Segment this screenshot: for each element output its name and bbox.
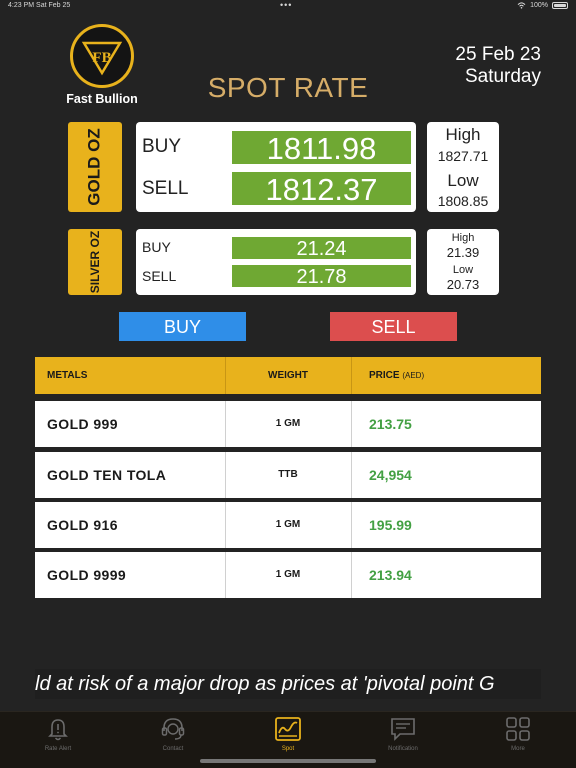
gold-sell-price: 1812.37 xyxy=(232,172,411,207)
wifi-icon xyxy=(517,2,526,9)
tab-label: Notification xyxy=(388,746,418,752)
row-price: 213.75 xyxy=(369,416,412,432)
price-table-header: METALS WEIGHT PRICE (AED) xyxy=(35,357,541,394)
row-metal: GOLD 916 xyxy=(47,517,118,533)
page-title: SPOT RATE xyxy=(207,72,369,103)
grid-icon xyxy=(506,717,530,741)
gold-low-label: Low xyxy=(447,171,479,190)
header-divider xyxy=(351,357,352,394)
silver-high-value: 21.39 xyxy=(446,245,480,260)
header-metals: METALS xyxy=(47,370,88,381)
header-price-unit: (AED) xyxy=(402,371,425,380)
silver-sell-price: 21.78 xyxy=(232,265,411,288)
bell-icon xyxy=(48,719,68,741)
row-price: 24,954 xyxy=(369,467,412,483)
row-price: 195.99 xyxy=(369,517,412,533)
status-time: 4:23 PM Sat Feb 25 xyxy=(8,2,71,9)
message-icon xyxy=(391,718,415,741)
tab-label: More xyxy=(511,746,525,752)
headset-icon xyxy=(161,718,185,740)
gold-low-value: 1808.85 xyxy=(437,193,489,209)
gold-sell-label: SELL xyxy=(142,178,189,199)
tab-label: Rate Alert xyxy=(44,746,72,752)
row-metal: GOLD TEN TOLA xyxy=(47,467,167,483)
multitask-dots[interactable]: ••• xyxy=(280,0,292,10)
gold-high-label: High xyxy=(445,125,481,144)
silver-sell-label: SELL xyxy=(142,268,177,284)
battery-icon xyxy=(552,2,568,9)
table-row[interactable]: GOLD 9999 1 GM 213.94 xyxy=(35,552,541,598)
silver-buy-price: 21.24 xyxy=(232,237,411,260)
status-right: 100% xyxy=(517,2,568,9)
row-price: 213.94 xyxy=(369,567,412,583)
silver-oz-tab: SILVER OZ xyxy=(68,229,122,295)
news-ticker[interactable]: ld at risk of a major drop as prices at … xyxy=(35,669,541,699)
current-date: 25 Feb 23 xyxy=(455,44,541,65)
silver-buy-label: BUY xyxy=(142,239,171,255)
gold-buy-label: BUY xyxy=(142,136,182,157)
sell-button[interactable]: SELL xyxy=(330,312,457,341)
home-indicator[interactable] xyxy=(200,759,376,763)
svg-text:FB: FB xyxy=(92,50,111,66)
row-weight: 1 GM xyxy=(275,418,301,429)
gold-rate-panel: BUY 1811.98 SELL 1812.37 xyxy=(136,122,416,212)
tab-label: Spot xyxy=(281,746,295,752)
gold-high-value: 1827.71 xyxy=(437,148,489,164)
chart-icon xyxy=(275,717,301,741)
silver-high-label: High xyxy=(451,232,475,244)
gold-high-low: High 1827.71 Low 1808.85 xyxy=(427,122,499,212)
silver-low-label: Low xyxy=(452,264,474,276)
row-metal: GOLD 999 xyxy=(47,416,118,432)
table-row[interactable]: GOLD 999 1 GM 213.75 xyxy=(35,401,541,447)
header-price: PRICE (AED) xyxy=(369,370,425,381)
row-weight: TTB xyxy=(278,469,298,480)
row-metal: GOLD 9999 xyxy=(47,567,127,583)
tab-rate-alert[interactable]: Rate Alert xyxy=(0,712,116,768)
silver-low-value: 20.73 xyxy=(446,277,480,292)
row-weight: 1 GM xyxy=(275,519,301,530)
tab-more[interactable]: More xyxy=(460,712,576,768)
tab-label: Contact xyxy=(162,746,184,752)
status-bar: 4:23 PM Sat Feb 25 ••• 100% xyxy=(0,0,576,14)
silver-high-low: High 21.39 Low 20.73 xyxy=(427,229,499,295)
table-row[interactable]: GOLD 916 1 GM 195.99 xyxy=(35,502,541,548)
table-row[interactable]: GOLD TEN TOLA TTB 24,954 xyxy=(35,452,541,498)
row-weight: 1 GM xyxy=(275,569,301,580)
silver-rate-panel: BUY 21.24 SELL 21.78 xyxy=(136,229,416,295)
buy-button[interactable]: BUY xyxy=(119,312,246,341)
gold-oz-tab: GOLD OZ xyxy=(68,122,122,212)
header-weight: WEIGHT xyxy=(268,370,308,381)
battery-percent: 100% xyxy=(530,2,548,9)
gold-buy-price: 1811.98 xyxy=(232,131,411,166)
